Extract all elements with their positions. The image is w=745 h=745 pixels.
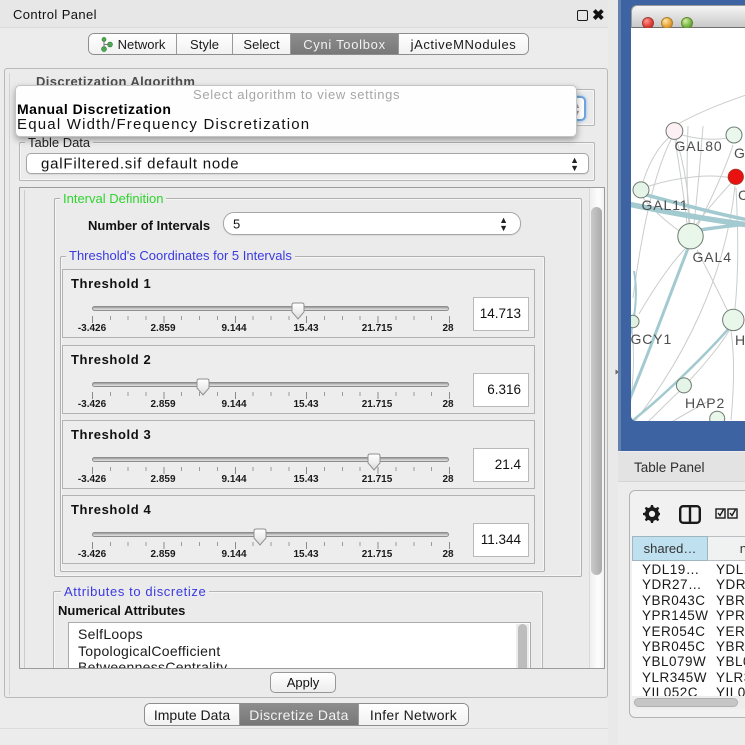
- svg-text:H: H: [735, 332, 745, 348]
- svg-text:GA: GA: [734, 145, 745, 161]
- svg-text:HAP2: HAP2: [685, 395, 725, 411]
- svg-text:C: C: [738, 187, 745, 203]
- svg-text:GAL11: GAL11: [642, 197, 689, 213]
- svg-text:GCY1: GCY1: [631, 331, 672, 347]
- svg-text:GAL80: GAL80: [675, 138, 723, 154]
- svg-text:GAL4: GAL4: [693, 249, 732, 265]
